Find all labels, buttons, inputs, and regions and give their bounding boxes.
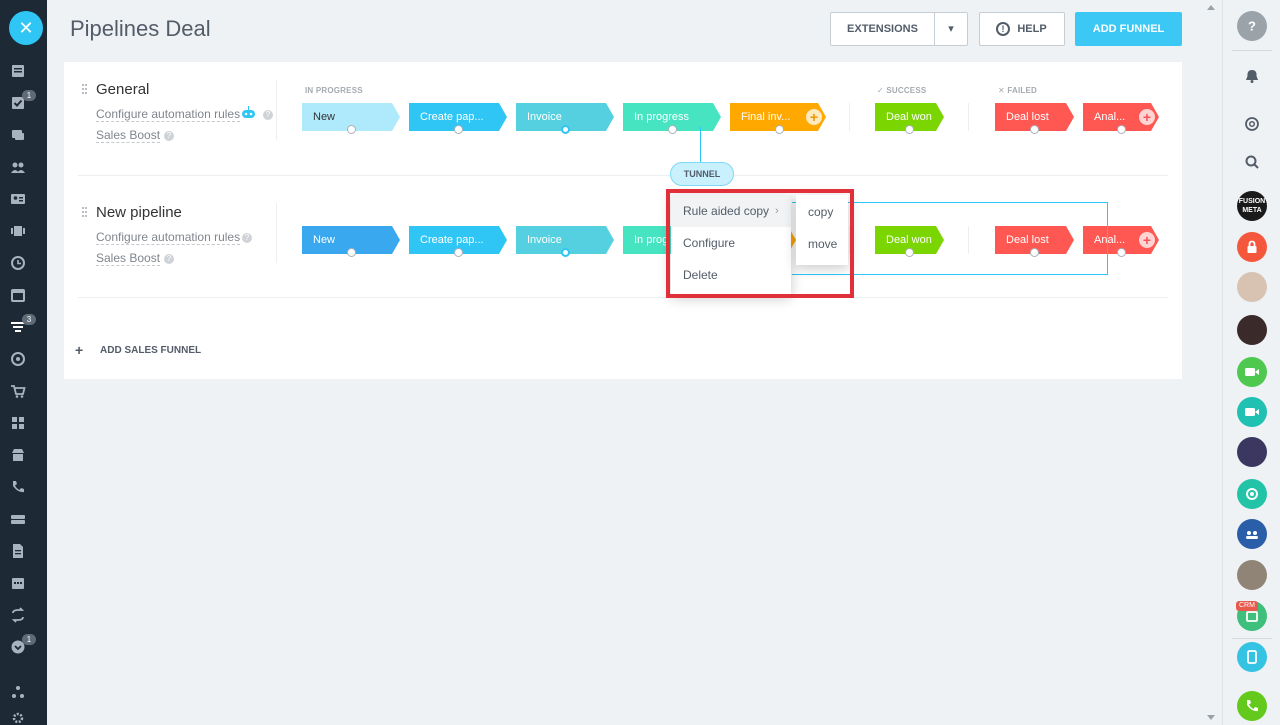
divider [276, 203, 277, 263]
contacts-icon[interactable] [10, 191, 26, 207]
groups-icon[interactable] [10, 159, 26, 175]
tunnel-connector-dot[interactable] [454, 248, 463, 257]
category-success: ✓ SUCCESS [877, 86, 927, 95]
fusion-avatar[interactable]: FUSION META [1237, 191, 1267, 221]
video-call-icon[interactable] [1237, 357, 1267, 387]
tunnel-connector-dot[interactable] [668, 125, 677, 134]
clock-icon[interactable] [10, 255, 26, 271]
tunnel-badge[interactable]: TUNNEL [670, 162, 734, 186]
sitemap-icon[interactable] [10, 684, 26, 700]
tasks-badge: 1 [22, 90, 36, 101]
add-sales-funnel-link[interactable]: ADD SALES FUNNEL [100, 345, 201, 356]
divider [1232, 50, 1272, 51]
add-stage-icon[interactable]: + [806, 109, 822, 125]
tunnel-line [700, 127, 701, 163]
chat-icon[interactable] [10, 127, 26, 143]
crm-tag: CRM [1236, 601, 1258, 611]
store-icon[interactable] [10, 447, 26, 463]
video-icon[interactable] [10, 223, 26, 239]
schedule-icon[interactable] [10, 575, 26, 591]
help-hint-icon[interactable]: ? [263, 110, 273, 120]
search-icon[interactable] [1237, 147, 1267, 177]
add-stage-icon[interactable]: + [1139, 109, 1155, 125]
tunnel-connector-dot[interactable] [347, 125, 356, 134]
more-badge: 1 [22, 634, 36, 645]
avatar[interactable] [1237, 560, 1267, 590]
divider [1232, 638, 1272, 639]
chevron-down-icon: ▾ [948, 23, 954, 35]
divider [968, 103, 969, 131]
extensions-dropdown-button[interactable]: ▾ [934, 12, 968, 46]
help-label: HELP [1017, 23, 1047, 35]
highlight-box [666, 189, 854, 298]
document-icon[interactable] [10, 543, 26, 559]
configure-automation-link[interactable]: Configure automation rules [96, 230, 241, 245]
help-hint-icon[interactable]: ? [164, 254, 174, 264]
lock-icon[interactable] [1237, 232, 1267, 262]
tunnel-connector-dot[interactable] [347, 248, 356, 257]
pipeline-name: General [96, 81, 150, 98]
extensions-button[interactable]: EXTENSIONS [830, 12, 935, 46]
sales-boost-link[interactable]: Sales Boost [96, 128, 161, 143]
drag-handle-icon[interactable] [82, 84, 88, 96]
avatar[interactable] [1237, 437, 1267, 467]
cart-icon[interactable] [10, 383, 26, 399]
bell-icon[interactable] [1237, 61, 1267, 91]
scroll-down-icon[interactable] [1207, 715, 1215, 720]
pipeline-name: New pipeline [96, 204, 182, 221]
info-icon: ! [996, 22, 1010, 36]
help-hint-icon[interactable]: ? [164, 131, 174, 141]
check-icon: ✓ [877, 86, 887, 95]
tunnel-connector-dot[interactable] [775, 125, 784, 134]
sync-icon[interactable] [10, 607, 26, 623]
plus-icon[interactable]: + [75, 342, 83, 358]
tunnel-connector-dot[interactable] [561, 125, 570, 134]
avatar[interactable] [1237, 315, 1267, 345]
mobile-icon[interactable] [1237, 642, 1267, 672]
scroll-up-icon[interactable] [1207, 5, 1215, 10]
apps-icon[interactable] [10, 415, 26, 431]
target-icon[interactable] [10, 351, 26, 367]
phone-call-icon[interactable] [1237, 691, 1267, 721]
divider [78, 175, 1168, 176]
avatar[interactable] [1237, 272, 1267, 302]
feed-icon[interactable] [10, 63, 26, 79]
sales-boost-link[interactable]: Sales Boost [96, 251, 161, 266]
divider [849, 103, 850, 131]
group-chat-icon[interactable] [1237, 519, 1267, 549]
configure-automation-link[interactable]: Configure automation rules [96, 107, 241, 122]
help-button[interactable]: ! HELP [979, 12, 1065, 46]
tunnel-connector-dot[interactable] [454, 125, 463, 134]
add-funnel-button[interactable]: ADD FUNNEL [1075, 12, 1182, 46]
tunnel-connector-dot[interactable] [1117, 125, 1126, 134]
page-title: Pipelines Deal [70, 16, 211, 41]
add-stage-icon[interactable]: + [1139, 232, 1155, 248]
settings-icon[interactable] [10, 710, 26, 725]
left-sidebar: ✕ 1 3 1 [0, 0, 47, 725]
cross-icon: ✕ [998, 86, 1008, 95]
cloud-icon[interactable] [1237, 479, 1267, 509]
category-failed: ✕ FAILED [998, 86, 1037, 95]
divider [276, 80, 277, 140]
close-icon[interactable]: ✕ [9, 11, 43, 45]
video-call-icon[interactable] [1237, 397, 1267, 427]
question-icon[interactable]: ? [1237, 11, 1267, 41]
crm-badge: 3 [22, 314, 36, 325]
chat-search-icon[interactable] [1237, 109, 1267, 139]
tunnel-connector-dot[interactable] [905, 125, 914, 134]
tunnel-connector-dot[interactable] [561, 248, 570, 257]
divider [78, 297, 1168, 298]
robot-icon [242, 106, 255, 118]
drive-icon[interactable] [10, 511, 26, 527]
category-in-progress: IN PROGRESS [305, 86, 363, 95]
scrollbar[interactable] [1204, 0, 1218, 725]
drag-handle-icon[interactable] [82, 207, 88, 219]
tunnel-connector-dot[interactable] [1030, 125, 1039, 134]
help-hint-icon[interactable]: ? [242, 233, 252, 243]
phone-icon[interactable] [10, 479, 26, 495]
calendar-icon[interactable] [10, 287, 26, 303]
tunnel-connector-dot[interactable] [1117, 248, 1126, 257]
svg-text:?: ? [1248, 19, 1256, 34]
